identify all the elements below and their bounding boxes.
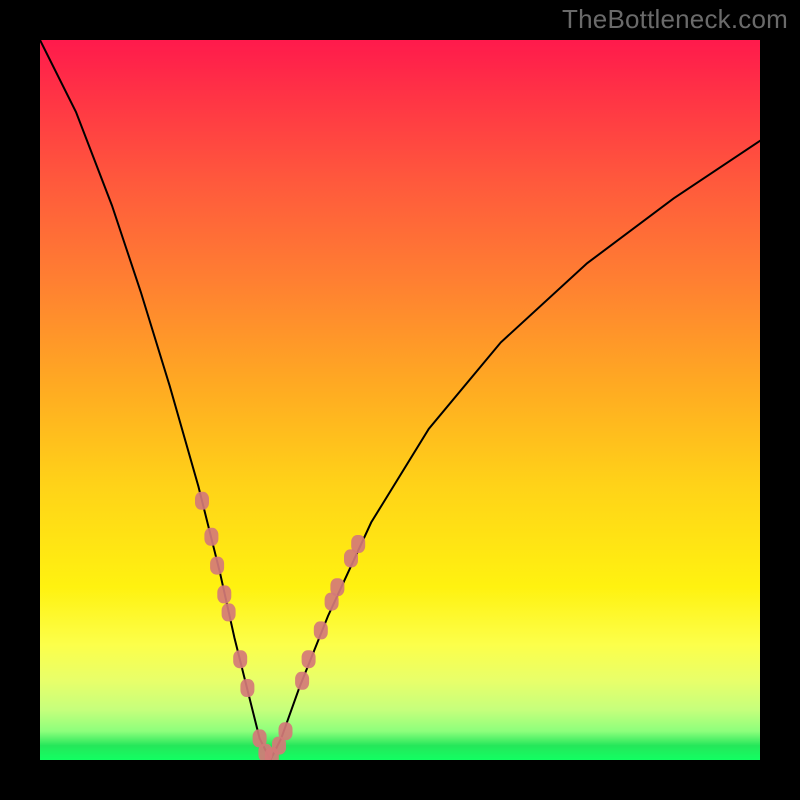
chart-container: TheBottleneck.com [0,0,800,800]
data-marker [233,650,247,668]
data-marker [302,650,316,668]
data-marker [295,672,309,690]
data-marker [240,679,254,697]
bottleneck-curve [40,40,760,760]
data-marker [222,603,236,621]
data-marker [217,585,231,603]
data-marker [204,528,218,546]
data-marker [210,557,224,575]
data-marker [279,722,293,740]
data-marker [351,535,365,553]
data-marker [195,492,209,510]
watermark-text: TheBottleneck.com [562,4,788,35]
data-marker [314,621,328,639]
data-marker [330,578,344,596]
chart-svg [40,40,760,760]
